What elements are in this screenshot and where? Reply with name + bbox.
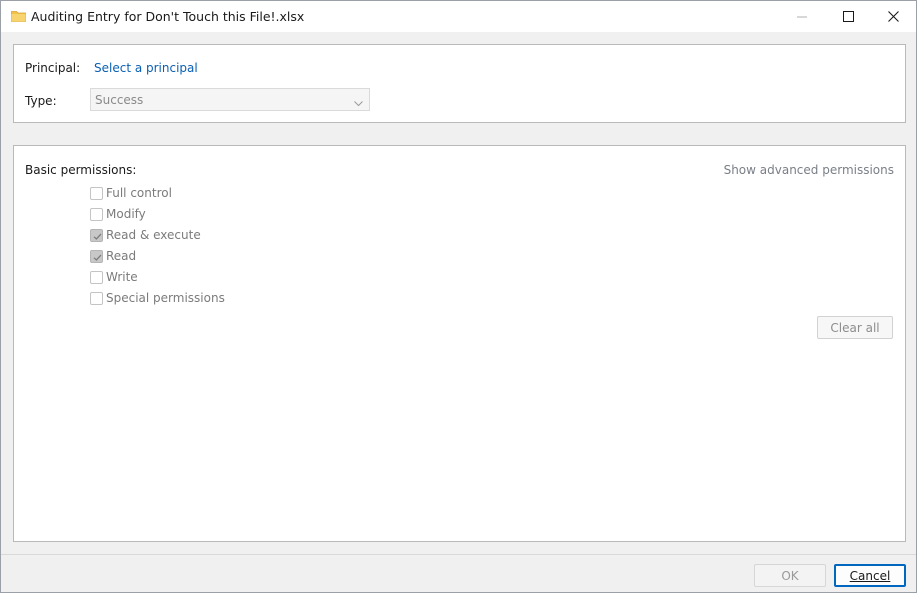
select-principal-link[interactable]: Select a principal: [94, 61, 198, 75]
permission-label: Read & execute: [106, 228, 201, 242]
read-checkbox[interactable]: [90, 249, 103, 263]
permission-read[interactable]: Read: [90, 248, 136, 264]
title-bar[interactable]: Auditing Entry for Don't Touch this File…: [1, 1, 916, 32]
maximize-icon: [842, 11, 854, 22]
minimize-button[interactable]: [779, 1, 825, 32]
show-advanced-permissions-link[interactable]: Show advanced permissions: [724, 163, 894, 177]
permission-label: Read: [106, 249, 137, 263]
ok-button[interactable]: OK: [754, 564, 826, 587]
maximize-button[interactable]: [825, 1, 871, 32]
type-label: Type:: [25, 94, 57, 108]
principal-panel: Principal: Select a principal Type: Succ…: [13, 44, 906, 123]
window-title: Auditing Entry for Don't Touch this File…: [31, 9, 305, 24]
permission-label: Modify: [106, 207, 146, 221]
permission-read-execute[interactable]: Read & execute: [90, 227, 201, 243]
close-button[interactable]: [870, 1, 916, 32]
checkmark-icon: [93, 233, 102, 240]
folder-icon: [11, 10, 26, 22]
close-icon: [887, 11, 899, 22]
type-select[interactable]: Success: [90, 88, 370, 111]
permission-full-control[interactable]: Full control: [90, 185, 172, 201]
permission-label: Special permissions: [106, 291, 225, 305]
type-select-value: Success: [95, 93, 144, 107]
chevron-down-icon: [354, 96, 363, 110]
basic-permissions-heading: Basic permissions:: [25, 163, 137, 177]
permission-modify[interactable]: Modify: [90, 206, 146, 222]
minimize-icon: [797, 12, 807, 22]
permissions-panel: Basic permissions: Show advanced permiss…: [13, 145, 906, 542]
footer-divider: [1, 554, 916, 555]
write-checkbox[interactable]: [90, 270, 103, 284]
special-permissions-checkbox[interactable]: [90, 291, 103, 305]
principal-label: Principal:: [25, 61, 81, 75]
cancel-label: Cancel: [849, 568, 891, 583]
read-execute-checkbox[interactable]: [90, 228, 103, 242]
cancel-button[interactable]: Cancel: [834, 564, 906, 587]
dialog-window: Auditing Entry for Don't Touch this File…: [0, 0, 917, 593]
permission-special[interactable]: Special permissions: [90, 290, 225, 306]
full-control-checkbox[interactable]: [90, 186, 103, 200]
permission-write[interactable]: Write: [90, 269, 138, 285]
modify-checkbox[interactable]: [90, 207, 103, 221]
checkmark-icon: [93, 254, 102, 261]
permission-label: Write: [106, 270, 138, 284]
permission-label: Full control: [106, 186, 172, 200]
clear-all-button[interactable]: Clear all: [817, 316, 893, 339]
